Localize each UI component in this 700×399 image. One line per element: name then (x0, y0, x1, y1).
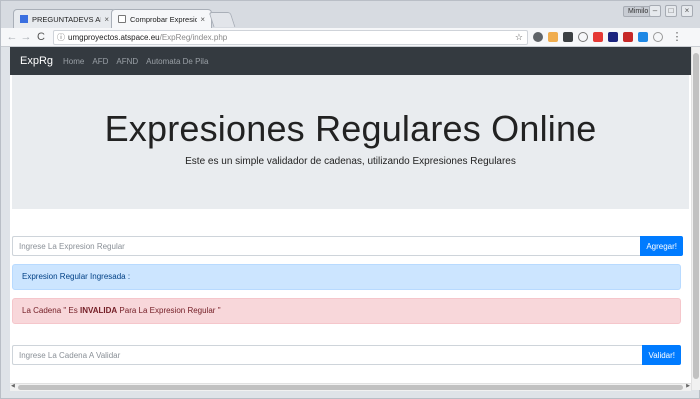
minimize-button[interactable]: – (649, 5, 661, 17)
result-danger-alert: La Cadena " Es INVALIDA Para La Expresio… (12, 298, 681, 324)
result-prefix: La Cadena " Es (22, 306, 80, 315)
site-navbar: ExpRg Home AFD AFND Automata De Pila (10, 47, 691, 75)
extension-icon[interactable] (533, 32, 543, 42)
tab-title: Comprobar Expresione (130, 14, 198, 24)
result-suffix: Para La Expresion Regular " (117, 306, 221, 315)
url-domain: umgproyectos.atspace.eu (68, 33, 160, 42)
extension-icon[interactable] (548, 32, 558, 42)
new-tab-button[interactable] (208, 12, 236, 27)
site-info-icon[interactable]: ⓘ (57, 31, 65, 44)
string-form: Validar! (12, 345, 681, 365)
page-subtitle: Este es un simple validador de cadenas, … (185, 156, 516, 167)
tab-close-icon[interactable]: × (104, 15, 109, 24)
vertical-scroll-thumb[interactable] (693, 53, 699, 379)
nav-link-automata-de-pila[interactable]: Automata De Pila (146, 57, 208, 66)
bookmark-star-icon[interactable]: ☆ (515, 31, 523, 44)
page-favicon-icon (118, 15, 126, 23)
extension-icon[interactable] (593, 32, 603, 42)
app-favicon-icon (20, 15, 28, 23)
tab-strip: PREGUNTADEVS APP × Comprobar Expresione … (1, 1, 700, 28)
horizontal-scroll-thumb[interactable] (18, 385, 683, 390)
tab-title: PREGUNTADEVS APP (32, 14, 101, 24)
browser-menu-icon[interactable]: ⋮ (670, 30, 684, 44)
result-status: INVALIDA (80, 306, 118, 315)
extension-icon[interactable] (608, 32, 618, 42)
extension-icon[interactable] (623, 32, 633, 42)
page-viewport: ExpRg Home AFD AFND Automata De Pila Exp… (10, 47, 691, 390)
forward-arrow-icon[interactable]: → (19, 30, 33, 44)
vertical-scrollbar[interactable] (691, 47, 700, 390)
tab-preguntadevs[interactable]: PREGUNTADEVS APP × (13, 9, 116, 28)
string-input[interactable] (12, 345, 643, 365)
regex-info-alert: Expresion Regular Ingresada : (12, 264, 681, 290)
scroll-left-arrow-icon[interactable]: ◀ (11, 383, 15, 389)
jumbotron: Expresiones Regulares Online Este es un … (12, 75, 689, 209)
extension-icon[interactable] (578, 32, 588, 42)
horizontal-scrollbar[interactable]: ◀ ▶ (10, 383, 691, 391)
browser-window: PREGUNTADEVS APP × Comprobar Expresione … (0, 0, 700, 399)
regex-form: Agregar! (12, 236, 683, 256)
regex-input[interactable] (12, 236, 641, 256)
address-bar[interactable]: ⓘ umgproyectos.atspace.eu/ExpReg/index.p… (53, 30, 528, 45)
tab-close-icon[interactable]: × (200, 15, 205, 24)
close-window-button[interactable]: × (681, 5, 693, 17)
back-arrow-icon[interactable]: ← (5, 30, 19, 44)
browser-toolbar: ← → C ⓘ umgproyectos.atspace.eu/ExpReg/i… (1, 28, 700, 47)
nav-link-afd[interactable]: AFD (92, 57, 108, 66)
navbar-brand[interactable]: ExpRg (20, 55, 53, 67)
nav-link-afnd[interactable]: AFND (116, 57, 138, 66)
reload-icon[interactable]: C (34, 30, 48, 44)
validate-button[interactable]: Validar! (642, 345, 681, 365)
nav-link-home[interactable]: Home (63, 57, 84, 66)
extension-icon[interactable] (563, 32, 573, 42)
url-path: /ExpReg/index.php (159, 33, 228, 42)
page-title: Expresiones Regulares Online (104, 108, 597, 149)
extension-icon[interactable] (638, 32, 648, 42)
maximize-button[interactable]: □ (665, 5, 677, 17)
extension-icon[interactable] (653, 32, 663, 42)
add-regex-button[interactable]: Agregar! (640, 236, 683, 256)
tab-comprobar-expresiones[interactable]: Comprobar Expresione × (111, 9, 212, 28)
scroll-right-arrow-icon[interactable]: ▶ (686, 383, 690, 389)
